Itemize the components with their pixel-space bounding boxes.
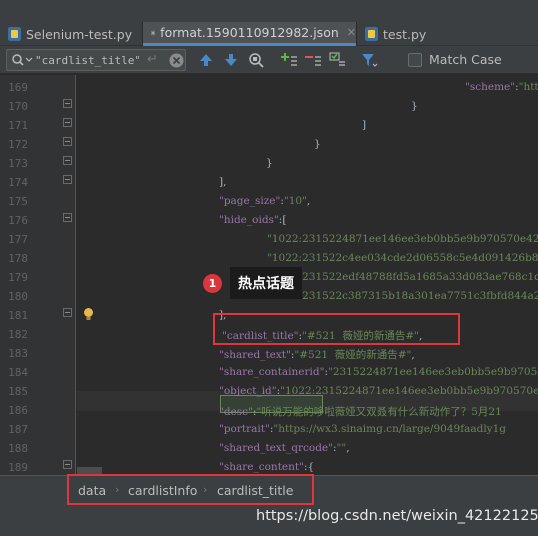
line-number: 185 bbox=[8, 385, 28, 398]
code-editor[interactable]: "scheme":"htt } ] } } ], "page_size":"10… bbox=[77, 75, 538, 475]
line-number: 175 bbox=[8, 195, 28, 208]
code-line-180: "1022:231522c387315b18a301ea7751c3fbfd84… bbox=[267, 290, 538, 302]
line-number: 186 bbox=[8, 404, 28, 417]
line-number: 169 bbox=[8, 81, 28, 94]
filter-icon[interactable] bbox=[360, 51, 378, 69]
match-case-option[interactable]: Match Case bbox=[408, 52, 502, 67]
line-number: 184 bbox=[8, 366, 28, 379]
code-line-174: ], bbox=[219, 176, 227, 188]
down-arrow-icon[interactable] bbox=[222, 51, 240, 69]
search-icon[interactable] bbox=[11, 53, 33, 67]
remove-occurrence-icon[interactable] bbox=[304, 51, 322, 69]
line-number: 177 bbox=[8, 233, 28, 246]
fold-marker[interactable] bbox=[63, 156, 72, 165]
code-line-188: "shared_text_qrcode":"", bbox=[219, 442, 350, 454]
line-number: 172 bbox=[8, 138, 28, 151]
annotation-number-badge: 1 bbox=[203, 274, 222, 293]
code-line-179: "1022:231522edf48788fd5a1685a33d083ae768… bbox=[267, 271, 538, 283]
search-input[interactable] bbox=[35, 52, 139, 68]
close-tab-icon[interactable]: ✕ bbox=[347, 26, 356, 39]
json-file-icon bbox=[151, 30, 156, 35]
select-all-icon[interactable] bbox=[328, 51, 346, 69]
code-line-173: } bbox=[266, 157, 273, 169]
line-number: 183 bbox=[8, 347, 28, 360]
line-number: 180 bbox=[8, 290, 28, 303]
python-file-icon bbox=[365, 27, 378, 41]
tab-label: format.1590110912982.json bbox=[160, 25, 339, 40]
fold-marker[interactable] bbox=[63, 118, 72, 127]
fold-marker[interactable] bbox=[63, 137, 72, 146]
python-file-icon bbox=[8, 27, 21, 41]
clear-icon[interactable] bbox=[169, 53, 184, 68]
code-line-177: "1022:2315224871ee146ee3eb0bb5e9b970570e… bbox=[267, 233, 538, 245]
annotation-label: 热点话题 bbox=[230, 267, 302, 299]
line-number: 170 bbox=[8, 100, 28, 113]
line-number: 182 bbox=[8, 328, 28, 341]
annotation-breadcrumb-box bbox=[67, 474, 314, 505]
find-all-icon[interactable] bbox=[247, 51, 265, 69]
line-number: 178 bbox=[8, 252, 28, 265]
line-number: 174 bbox=[8, 176, 28, 189]
tab-test-py[interactable]: test.py bbox=[357, 22, 432, 46]
match-case-checkbox[interactable] bbox=[408, 52, 422, 67]
code-line-187: "portrait":"https://wx3.sinaimg.cn/large… bbox=[219, 423, 507, 435]
line-number: 188 bbox=[8, 442, 28, 455]
code-line-183: "shared_text":"#521 薇娅的新通告#", bbox=[219, 349, 415, 361]
line-number: 181 bbox=[8, 309, 28, 322]
code-line-175: "page_size":"10", bbox=[219, 195, 311, 207]
fold-marker[interactable] bbox=[63, 213, 72, 222]
find-toolbar: ↵ Match Case bbox=[0, 46, 538, 74]
line-number: 173 bbox=[8, 157, 28, 170]
line-number: 176 bbox=[8, 214, 28, 227]
editor-tab-bar: Selenium-test.py format.1590110912982.js… bbox=[0, 0, 538, 46]
tab-label: test.py bbox=[383, 26, 427, 42]
fold-marker[interactable] bbox=[63, 460, 72, 469]
code-line-178: "1022:231522c4ee034cde2d06558c5e4d091426… bbox=[267, 252, 538, 264]
line-number-gutter: 169 170 171 172 173 174 175 176 177 178 … bbox=[0, 75, 76, 475]
code-line-186: "desc":"听说万能的哆啦薇娅又双叒有什么新动作了？5月21 bbox=[219, 406, 502, 418]
watermark: https://blog.csdn.net/weixin_42122125 bbox=[256, 508, 538, 524]
enter-icon: ↵ bbox=[147, 52, 158, 67]
tab-label: Selenium-test.py bbox=[26, 26, 133, 42]
line-number: 189 bbox=[8, 461, 28, 474]
line-number: 187 bbox=[8, 423, 28, 436]
search-box: ↵ bbox=[6, 49, 186, 71]
code-line-172: } bbox=[314, 138, 321, 150]
code-line-170: } bbox=[411, 100, 418, 112]
tab-selenium-test[interactable]: Selenium-test.py bbox=[0, 22, 142, 46]
fold-marker[interactable] bbox=[63, 175, 72, 184]
code-line-185: "object_id":"1022:2315224871ee146ee3eb0b… bbox=[219, 385, 538, 397]
tab-format-json[interactable]: format.1590110912982.json ✕ bbox=[143, 22, 356, 46]
line-number: 179 bbox=[8, 271, 28, 284]
fold-marker[interactable] bbox=[63, 308, 72, 317]
add-occurrence-icon[interactable] bbox=[280, 51, 298, 69]
code-line-184: "share_containerid":"2315224871ee146ee3e… bbox=[219, 366, 538, 378]
up-arrow-icon[interactable] bbox=[197, 51, 215, 69]
code-line-189: "share_content":{ bbox=[219, 461, 315, 473]
line-number: 171 bbox=[8, 119, 28, 132]
match-case-label: Match Case bbox=[429, 52, 502, 67]
fold-marker[interactable] bbox=[63, 99, 72, 108]
code-line-169: "scheme":"htt bbox=[465, 81, 538, 93]
code-line-176: "hide_oids":[ bbox=[219, 214, 287, 226]
code-line-171: ] bbox=[362, 119, 367, 131]
annotation-highlight-box bbox=[213, 313, 460, 345]
